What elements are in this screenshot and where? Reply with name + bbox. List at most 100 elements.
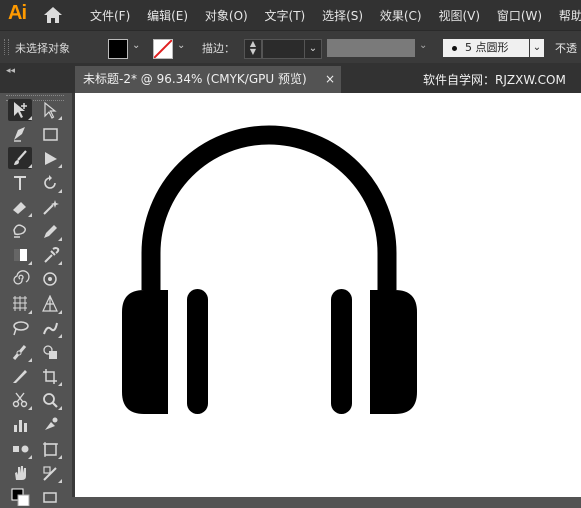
blend-tool[interactable] — [8, 438, 32, 460]
right-inner-pad[interactable] — [331, 289, 352, 414]
crop-tool[interactable] — [38, 365, 62, 387]
collapse-toolbar-icon[interactable]: ◂◂ — [6, 66, 15, 76]
menu-bar: Ai 文件(F) 编辑(E) 对象(O) 文字(T) 选择(S) 效果(C) 视… — [0, 0, 581, 30]
home-icon[interactable] — [43, 6, 63, 24]
stroke-weight-stepper[interactable]: ▲ ▼ — [244, 39, 262, 59]
shape-builder-icon — [43, 345, 57, 359]
lasso-icon — [13, 321, 29, 336]
zoom-tool[interactable] — [38, 389, 62, 411]
profile-dropdown-icon[interactable]: ⌄ — [419, 40, 427, 51]
scissors-tool[interactable] — [8, 389, 32, 411]
lasso-tool[interactable] — [8, 317, 32, 339]
eraser-tool[interactable] — [8, 196, 32, 218]
fill-stroke-swatch[interactable] — [8, 486, 32, 508]
column-graph-icon — [14, 419, 27, 432]
mesh-tool[interactable] — [8, 293, 32, 315]
gradient-tool[interactable] — [8, 244, 32, 266]
rectangle-icon — [43, 128, 58, 141]
headphone-band[interactable] — [141, 125, 397, 290]
menu-select[interactable]: 选择(S) — [322, 9, 363, 23]
width-tool[interactable] — [8, 341, 32, 363]
stroke-dropdown-icon[interactable]: ⌄ — [177, 40, 185, 51]
menu-view[interactable]: 视图(V) — [438, 9, 480, 23]
brush-name: 点圆形 — [475, 41, 509, 54]
tool-group-indicator — [58, 382, 62, 387]
right-ear-cup[interactable] — [370, 290, 417, 414]
tool-group-indicator — [28, 164, 32, 169]
rotate-tool[interactable] — [38, 172, 62, 194]
tool-group-indicator — [58, 454, 62, 459]
menu-object[interactable]: 对象(O) — [205, 9, 248, 23]
pencil-tool[interactable] — [38, 220, 62, 242]
shape-builder-tool[interactable] — [38, 341, 62, 363]
tools-panel — [0, 93, 72, 507]
left-inner-pad[interactable] — [187, 289, 208, 414]
blob-brush-icon — [13, 224, 26, 238]
tool-group-indicator — [58, 164, 62, 169]
menu-type[interactable]: 文字(T) — [265, 9, 306, 23]
blob-brush-tool[interactable] — [8, 220, 32, 242]
tool-group-indicator — [58, 309, 62, 314]
tool-group-indicator — [28, 116, 32, 120]
menu-edit[interactable]: 编辑(E) — [147, 9, 188, 23]
fill-stroke-swatch-icon — [11, 488, 30, 507]
screen-mode[interactable] — [38, 486, 62, 508]
left-ear-cup[interactable] — [122, 290, 168, 414]
pen-tool[interactable] — [8, 123, 32, 145]
panel-grip[interactable] — [4, 39, 9, 55]
tool-group-indicator — [58, 406, 62, 411]
document-tab-bar: ◂◂ 未标题-2* @ 96.34% (CMYK/GPU 预览) × 软件自学网… — [0, 63, 581, 93]
menu-window[interactable]: 窗口(W) — [497, 9, 542, 23]
stroke-weight-input[interactable] — [262, 39, 306, 59]
rectangle-tool[interactable] — [38, 123, 62, 145]
menu-file[interactable]: 文件(F) — [90, 9, 130, 23]
slice-tool[interactable] — [38, 462, 62, 484]
fill-color-swatch[interactable] — [108, 39, 128, 59]
hand-icon — [15, 466, 26, 480]
document-tab[interactable]: 未标题-2* @ 96.34% (CMYK/GPU 预览) × — [75, 66, 341, 93]
type-tool[interactable] — [8, 172, 32, 194]
artboard[interactable] — [75, 93, 581, 497]
brush-dot-icon — [452, 46, 457, 51]
menu-list: 文件(F) 编辑(E) 对象(O) 文字(T) 选择(S) 效果(C) 视图(V… — [90, 7, 581, 24]
perspective-grid-tool[interactable] — [38, 293, 62, 315]
brush-definition[interactable]: 5 点圆形 — [443, 39, 529, 57]
screen-mode-icon — [43, 492, 57, 503]
brush-size: 5 — [465, 41, 472, 54]
tool-group-indicator — [28, 261, 32, 266]
paintbrush-tool[interactable] — [8, 147, 32, 170]
knife-icon — [13, 370, 27, 384]
artboard-tool[interactable] — [38, 438, 62, 460]
app-logo: Ai — [8, 2, 27, 24]
brush-dropdown[interactable]: ⌄ — [530, 39, 544, 57]
fill-dropdown-icon[interactable]: ⌄ — [132, 40, 140, 51]
hand-tool[interactable] — [8, 462, 32, 484]
column-graph-tool[interactable] — [8, 414, 32, 436]
tool-group-indicator — [28, 454, 32, 459]
spiral-icon — [13, 270, 30, 285]
puppet-warp-tool[interactable] — [38, 317, 62, 339]
menu-help[interactable]: 帮助(H) — [559, 9, 581, 23]
tool-group-indicator — [28, 309, 32, 314]
control-bar: 未选择对象 ⌄ ⌄ 描边： ▲ ▼ ⌄ ⌄ 5 点圆形 ⌄ 不透 — [0, 30, 581, 64]
variable-width-profile[interactable] — [327, 39, 415, 57]
opacity-label[interactable]: 不透 — [555, 40, 577, 56]
close-icon[interactable]: × — [325, 66, 335, 93]
menu-effect[interactable]: 效果(C) — [380, 9, 422, 23]
magic-wand-tool[interactable] — [38, 196, 62, 218]
selection-tool[interactable] — [8, 99, 32, 121]
symbol-sprayer-tool[interactable] — [38, 268, 62, 290]
document-tab-title: 未标题-2* @ 96.34% (CMYK/GPU 预览) — [83, 72, 307, 86]
shaper-tool[interactable] — [38, 147, 62, 169]
headphones-artwork[interactable] — [75, 93, 581, 497]
knife-tool[interactable] — [8, 365, 32, 387]
tool-group-indicator — [28, 406, 32, 411]
eyedropper-tool[interactable] — [38, 244, 62, 266]
live-paint-tool[interactable] — [38, 414, 62, 436]
stroke-color-swatch[interactable] — [153, 39, 173, 59]
spiral-tool[interactable] — [8, 268, 32, 290]
direct-selection-tool[interactable] — [38, 99, 62, 121]
stroke-label[interactable]: 描边： — [202, 40, 235, 56]
type-icon — [14, 175, 26, 190]
stroke-weight-dropdown[interactable]: ⌄ — [304, 39, 322, 59]
